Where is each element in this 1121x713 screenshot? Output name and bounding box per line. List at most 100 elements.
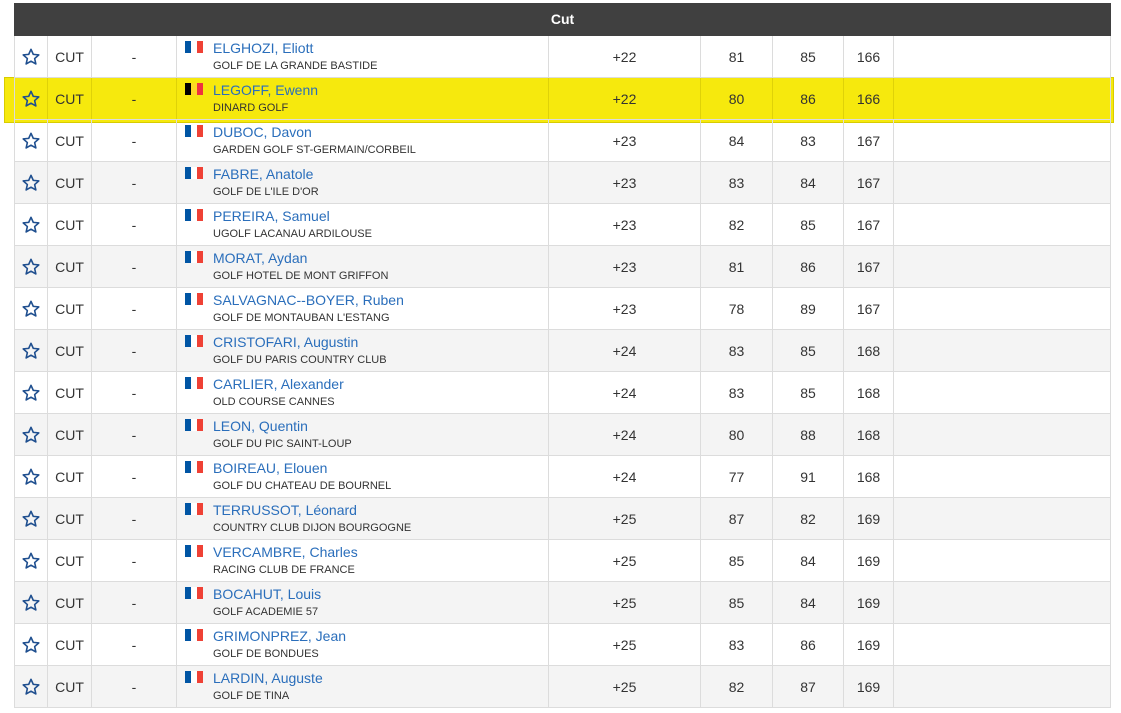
round1-cell: 81 (701, 36, 773, 77)
player-name-link[interactable]: SALVAGNAC--BOYER, Ruben (213, 292, 404, 308)
empty-cell (894, 162, 1110, 203)
player-name-link[interactable]: BOCAHUT, Louis (213, 586, 321, 602)
player-name-link[interactable]: PEREIRA, Samuel (213, 208, 330, 224)
player-name-link[interactable]: TERRUSSOT, Léonard (213, 502, 357, 518)
movement-text: - (131, 342, 137, 359)
round1-cell: 82 (701, 204, 773, 245)
movement-cell: - (92, 372, 177, 413)
club-name: OLD COURSE CANNES (213, 396, 335, 408)
table-row[interactable]: CUT - GRIMONPREZ, Jean GOLF DE BONDUES +… (14, 624, 1111, 666)
star-icon (22, 468, 40, 485)
favorite-button[interactable] (15, 162, 48, 203)
star-icon (22, 510, 40, 527)
favorite-button[interactable] (15, 624, 48, 665)
player-name-link[interactable]: LEON, Quentin (213, 418, 308, 434)
favorite-button[interactable] (15, 666, 48, 707)
empty-cell (894, 414, 1110, 455)
star-icon (22, 174, 40, 191)
player-name-link[interactable]: DUBOC, Davon (213, 124, 312, 140)
france-flag-icon (185, 671, 203, 683)
favorite-button[interactable] (15, 456, 48, 497)
table-row[interactable]: CUT - CRISTOFARI, Augustin GOLF DU PARIS… (14, 330, 1111, 372)
player-name-link[interactable]: CRISTOFARI, Augustin (213, 334, 358, 350)
favorite-button[interactable] (15, 498, 48, 539)
player-name-link[interactable]: FABRE, Anatole (213, 166, 313, 182)
round2-cell: 87 (773, 666, 844, 707)
table-row[interactable]: CUT - LEGOFF, Ewenn DINARD GOLF +22 80 8… (14, 78, 1111, 120)
player-name-link[interactable]: MORAT, Aydan (213, 250, 307, 266)
favorite-button[interactable] (15, 246, 48, 287)
total-cell: 167 (844, 162, 894, 203)
player-cell: PEREIRA, Samuel UGOLF LACANAU ARDILOUSE (177, 204, 549, 245)
movement-text: - (131, 90, 137, 107)
player-cell: SALVAGNAC--BOYER, Ruben GOLF DE MONTAUBA… (177, 288, 549, 329)
favorite-button[interactable] (15, 330, 48, 371)
total-score: 169 (856, 552, 881, 569)
player-name-link[interactable]: LEGOFF, Ewenn (213, 82, 318, 98)
player-name-link[interactable]: ELGHOZI, Eliott (213, 40, 313, 56)
france-flag-icon (185, 125, 203, 137)
favorite-button[interactable] (15, 120, 48, 161)
favorite-button[interactable] (15, 372, 48, 413)
round2-cell: 85 (773, 204, 844, 245)
table-row[interactable]: CUT - PEREIRA, Samuel UGOLF LACANAU ARDI… (14, 204, 1111, 246)
favorite-button[interactable] (15, 78, 48, 119)
empty-cell (894, 540, 1110, 581)
table-row[interactable]: CUT - ELGHOZI, Eliott GOLF DE LA GRANDE … (14, 36, 1111, 78)
favorite-button[interactable] (15, 36, 48, 77)
table-row[interactable]: CUT - LEON, Quentin GOLF DU PIC SAINT-LO… (14, 414, 1111, 456)
total-cell: 168 (844, 330, 894, 371)
empty-cell (894, 330, 1110, 371)
star-icon (22, 300, 40, 317)
to-par-text: +25 (612, 636, 637, 653)
position-text: CUT (55, 594, 84, 611)
movement-cell: - (92, 540, 177, 581)
movement-cell: - (92, 204, 177, 245)
round2-cell: 85 (773, 36, 844, 77)
player-name-link[interactable]: CARLIER, Alexander (213, 376, 344, 392)
table-row[interactable]: CUT - TERRUSSOT, Léonard COUNTRY CLUB DI… (14, 498, 1111, 540)
movement-cell: - (92, 78, 177, 119)
star-icon (22, 48, 40, 65)
star-icon (22, 258, 40, 275)
empty-cell (894, 456, 1110, 497)
favorite-button[interactable] (15, 582, 48, 623)
round2-cell: 85 (773, 330, 844, 371)
table-row[interactable]: CUT - SALVAGNAC--BOYER, Ruben GOLF DE MO… (14, 288, 1111, 330)
round1-score: 82 (728, 678, 745, 695)
table-row[interactable]: CUT - FABRE, Anatole GOLF DE L'ILE D'OR … (14, 162, 1111, 204)
club-name: GOLF DE TINA (213, 690, 290, 702)
round1-cell: 78 (701, 288, 773, 329)
position-cell: CUT (48, 162, 92, 203)
player-cell: CARLIER, Alexander OLD COURSE CANNES (177, 372, 549, 413)
table-row[interactable]: CUT - LARDIN, Auguste GOLF DE TINA +25 8… (14, 666, 1111, 708)
france-flag-icon (185, 251, 203, 263)
to-par-cell: +23 (549, 120, 701, 161)
player-name-link[interactable]: LARDIN, Auguste (213, 670, 323, 686)
table-row[interactable]: CUT - BOCAHUT, Louis GOLF ACADEMIE 57 +2… (14, 582, 1111, 624)
favorite-button[interactable] (15, 540, 48, 581)
club-name: GOLF HOTEL DE MONT GRIFFON (213, 270, 389, 282)
round2-cell: 89 (773, 288, 844, 329)
favorite-button[interactable] (15, 204, 48, 245)
to-par-cell: +22 (549, 36, 701, 77)
france-flag-icon (185, 377, 203, 389)
empty-cell (894, 78, 1110, 119)
round2-score: 86 (800, 258, 816, 275)
movement-text: - (131, 468, 137, 485)
table-row[interactable]: CUT - BOIREAU, Elouen GOLF DU CHATEAU DE… (14, 456, 1111, 498)
position-cell: CUT (48, 372, 92, 413)
table-row[interactable]: CUT - CARLIER, Alexander OLD COURSE CANN… (14, 372, 1111, 414)
player-name-link[interactable]: BOIREAU, Elouen (213, 460, 327, 476)
favorite-button[interactable] (15, 288, 48, 329)
round2-cell: 83 (773, 120, 844, 161)
france-flag-icon (185, 629, 203, 641)
table-row[interactable]: CUT - DUBOC, Davon GARDEN GOLF ST-GERMAI… (14, 120, 1111, 162)
player-name-link[interactable]: GRIMONPREZ, Jean (213, 628, 346, 644)
round2-score: 87 (800, 678, 816, 695)
table-row[interactable]: CUT - MORAT, Aydan GOLF HOTEL DE MONT GR… (14, 246, 1111, 288)
total-cell: 168 (844, 414, 894, 455)
player-name-link[interactable]: VERCAMBRE, Charles (213, 544, 358, 560)
favorite-button[interactable] (15, 414, 48, 455)
table-row[interactable]: CUT - VERCAMBRE, Charles RACING CLUB DE … (14, 540, 1111, 582)
